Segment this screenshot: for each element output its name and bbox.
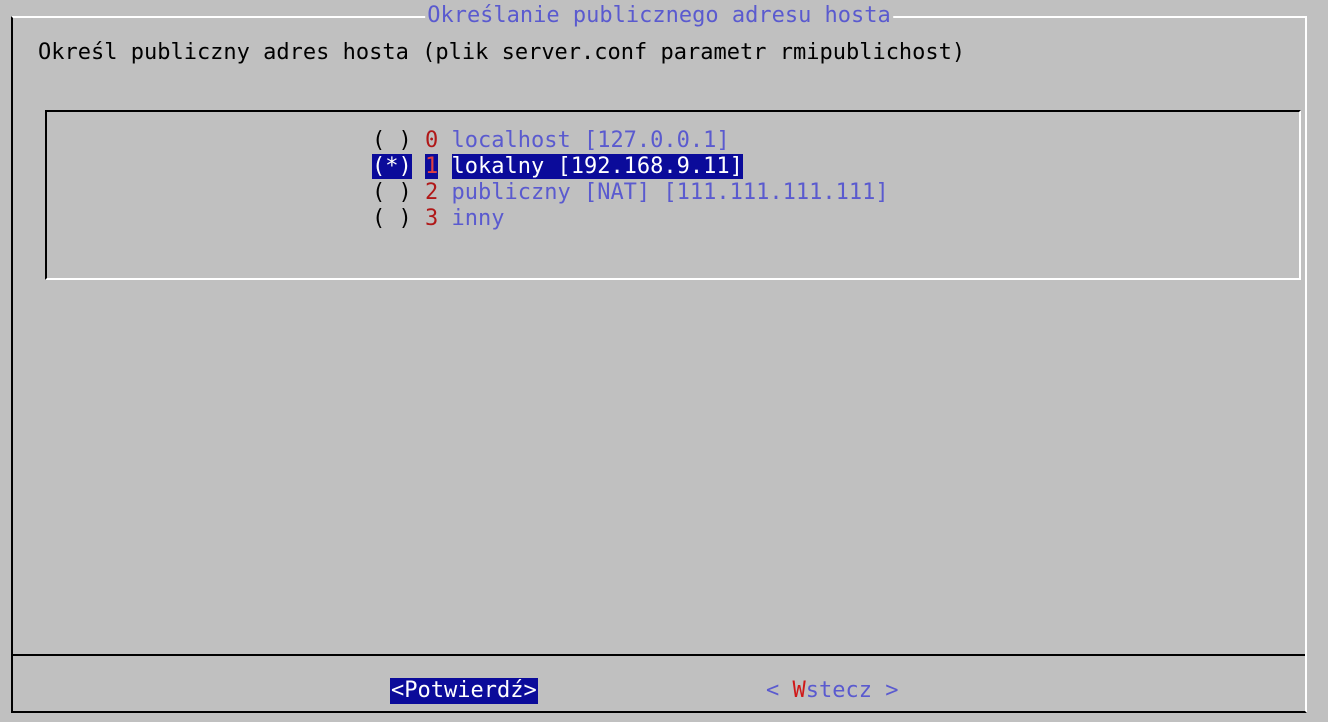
radio-marker: ( ) <box>372 128 412 153</box>
options-listbox: ( ) 0 localhost [127.0.0.1] (*) 1 lokaln… <box>45 110 1301 280</box>
option-number: 1 <box>425 154 439 179</box>
back-button-label: stecz > <box>805 678 899 703</box>
confirm-button[interactable]: <Potwierdź> <box>390 678 538 704</box>
radio-marker: ( ) <box>372 180 412 205</box>
option-label: localhost [127.0.0.1] <box>451 128 730 153</box>
option-number: 0 <box>425 128 439 153</box>
option-number: 3 <box>425 206 439 231</box>
back-button-prefix: < <box>766 678 793 703</box>
dialog-prompt: Określ publiczny adres hosta (plik serve… <box>38 40 966 65</box>
option-label: publiczny [NAT] [111.111.111.111] <box>451 180 889 205</box>
radio-marker: (*) <box>372 154 412 179</box>
button-separator <box>13 654 1305 656</box>
radio-marker: ( ) <box>372 206 412 231</box>
dialog-window: Określanie publicznego adresu hosta Okre… <box>11 4 1307 713</box>
back-button[interactable]: < Wstecz > <box>766 678 898 704</box>
option-inny[interactable]: ( ) 3 inny <box>372 206 504 232</box>
option-localhost[interactable]: ( ) 0 localhost [127.0.0.1] <box>372 128 730 154</box>
option-label: inny <box>451 206 505 231</box>
option-label: lokalny [192.168.9.11] <box>451 154 743 179</box>
dialog-title: Określanie publicznego adresu hosta <box>425 3 893 28</box>
option-lokalny[interactable]: (*) 1 lokalny [192.168.9.11] <box>372 154 743 180</box>
option-publiczny[interactable]: ( ) 2 publiczny [NAT] [111.111.111.111] <box>372 180 889 206</box>
option-number: 2 <box>425 180 439 205</box>
back-button-hotkey: W <box>792 678 806 703</box>
